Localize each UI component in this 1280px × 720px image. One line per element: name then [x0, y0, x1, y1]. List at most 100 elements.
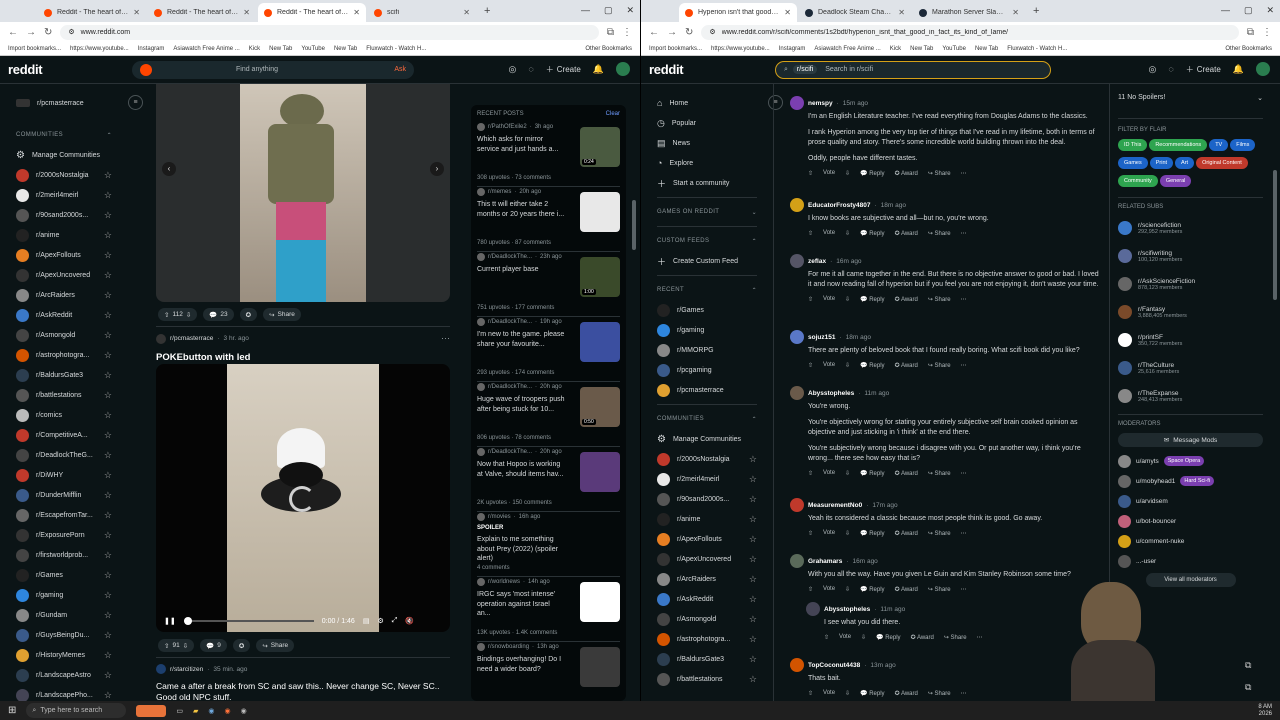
star-icon[interactable]: ☆	[104, 290, 112, 301]
avatar[interactable]	[790, 96, 804, 110]
share-button[interactable]: ↪ Share	[928, 690, 951, 697]
more-options-icon[interactable]: ⋯	[441, 333, 450, 344]
reload-icon[interactable]: ↻	[685, 27, 693, 38]
star-icon[interactable]: ☆	[104, 410, 112, 421]
star-icon[interactable]: ☆	[104, 630, 112, 641]
star-icon[interactable]: ☆	[104, 530, 112, 541]
sidebar-item[interactable]: r/pcmasterrace	[657, 380, 757, 400]
new-tab-button[interactable]: +	[478, 5, 496, 17]
communities-section-header[interactable]: COMMUNITIES ⌃	[657, 409, 757, 429]
post-title[interactable]: Came a after a break from SC and saw thi…	[156, 681, 450, 701]
star-icon[interactable]: ☆	[104, 270, 112, 281]
search-input[interactable]: ⌕ r/scifi Search in r/scifi	[775, 60, 1051, 79]
minimize-icon[interactable]: —	[581, 5, 590, 16]
sidebar-item[interactable]: r/ApexFollouts ☆	[16, 245, 112, 265]
upvote-icon[interactable]: ⇧	[824, 634, 829, 641]
star-icon[interactable]: ☆	[104, 590, 112, 601]
award-button[interactable]: ✪ Award	[895, 362, 918, 369]
search-input[interactable]: Find anything Ask	[132, 60, 414, 79]
star-icon[interactable]: ☆	[749, 574, 757, 585]
flair-chip[interactable]: Community	[1118, 175, 1158, 187]
menu-icon[interactable]: ⋮	[1262, 27, 1272, 38]
moderator-item[interactable]: u/mobyhead1 Hard Sci-fi	[1118, 471, 1263, 491]
sidebar-item[interactable]: r/astrophotogra... ☆	[16, 345, 112, 365]
star-icon[interactable]: ☆	[104, 390, 112, 401]
recent-post-item[interactable]: r/DeadlockThe... · 20h ago Now that Hopoo i…	[477, 448, 620, 512]
menu-icon[interactable]: ⋮	[622, 27, 632, 38]
ads-icon[interactable]: ◎	[1149, 64, 1157, 75]
sidebar-item[interactable]: r/2meirl4meirl ☆	[16, 185, 112, 205]
related-sub-item[interactable]: r/Fantasy 3,888,405 members	[1118, 298, 1263, 326]
url-input[interactable]: ⚙ www.reddit.com	[60, 24, 599, 40]
other-bookmarks[interactable]: Other Bookmarks	[585, 46, 632, 52]
downvote-icon[interactable]: ⇩	[845, 470, 850, 477]
moderator-item[interactable]: u/comment-nuke	[1118, 531, 1263, 551]
recent-section-header[interactable]: RECENT ⌃	[657, 280, 757, 300]
award-button[interactable]: ✪ Award	[895, 296, 918, 303]
carousel-prev-icon[interactable]: ‹	[162, 162, 176, 176]
bookmark[interactable]: Fluxwatch - Watch H...	[366, 46, 426, 52]
related-sub-item[interactable]: r/TheExpanse 248,413 members	[1118, 382, 1263, 410]
star-icon[interactable]: ☆	[749, 494, 757, 505]
bookmark[interactable]: Instagram	[779, 46, 806, 52]
more-options-icon[interactable]: ⋯	[961, 586, 967, 593]
avatar[interactable]	[616, 62, 630, 76]
nav-explore[interactable]: ◔ Explore	[657, 153, 757, 173]
forward-icon[interactable]: →	[667, 27, 677, 38]
avatar[interactable]	[790, 254, 804, 268]
upvote-icon[interactable]: ⇧	[808, 530, 813, 537]
create-button[interactable]: ＋ Create	[1186, 64, 1221, 75]
bookmark[interactable]: YouTube	[942, 46, 966, 52]
star-icon[interactable]: ☆	[749, 594, 757, 605]
left-tab-3[interactable]: Reddit - The heart of the intern✕	[258, 3, 366, 22]
flair-chip[interactable]: Films	[1230, 139, 1256, 151]
star-icon[interactable]: ☆	[749, 654, 757, 665]
manage-communities[interactable]: ⚙ Manage Communities	[16, 145, 112, 165]
sidebar-collapse-button[interactable]: ≡	[128, 95, 143, 110]
star-icon[interactable]: ☆	[104, 430, 112, 441]
star-icon[interactable]: ☆	[104, 230, 112, 241]
star-icon[interactable]: ☆	[104, 510, 112, 521]
more-options-icon[interactable]: ⋯	[961, 690, 967, 697]
related-sub-item[interactable]: r/TheCulture 25,616 members	[1118, 354, 1263, 382]
close-icon[interactable]: ✕	[784, 8, 791, 17]
nav-home[interactable]: ⌂ Home	[657, 93, 757, 113]
new-tab-button[interactable]: +	[1027, 5, 1045, 17]
star-icon[interactable]: ☆	[749, 614, 757, 625]
external-link-icon[interactable]: ⧉	[1245, 660, 1251, 671]
flair-chip[interactable]: Original Content	[1196, 157, 1248, 169]
share-button[interactable]: ↪ Share	[928, 230, 951, 237]
nav-news[interactable]: ▤ News	[657, 133, 757, 153]
left-tab-1[interactable]: Reddit - The heart of the intern✕	[38, 3, 146, 22]
sidebar-item[interactable]: r/DunderMifflin ☆	[16, 485, 112, 505]
star-icon[interactable]: ☆	[104, 650, 112, 661]
moderator-item[interactable]: u/bot-bouncer	[1118, 511, 1263, 531]
star-icon[interactable]: ☆	[104, 550, 112, 561]
captions-icon[interactable]: ▤	[363, 617, 370, 625]
recent-post-item[interactable]: r/snowboarding · 13h ago Bindings overhangi…	[477, 643, 620, 701]
sidebar-item[interactable]: r/2000sNostalgia ☆	[657, 449, 757, 469]
sidebar-item[interactable]: r/LandscapePho... ☆	[16, 685, 112, 701]
external-link-icon[interactable]: ⧉	[1245, 682, 1251, 693]
sidebar-item[interactable]: r/EscapefromTar... ☆	[16, 505, 112, 525]
sidebar-item[interactable]: r/DeadlockTheG... ☆	[16, 445, 112, 465]
sidebar-item[interactable]: r/GuysBeingDu... ☆	[16, 625, 112, 645]
bookmark[interactable]: Kick	[249, 46, 260, 52]
star-icon[interactable]: ☆	[749, 534, 757, 545]
upvote-icon[interactable]: ⇧	[808, 296, 813, 303]
create-custom-feed[interactable]: ＋ Create Custom Feed	[657, 251, 757, 271]
more-options-icon[interactable]: ⋯	[961, 230, 967, 237]
bookmark[interactable]: Instagram	[138, 46, 165, 52]
sidebar-item[interactable]: r/gaming	[657, 320, 757, 340]
bookmark[interactable]: YouTube	[301, 46, 325, 52]
reply-button[interactable]: 💬 Reply	[860, 170, 884, 177]
sidebar-item[interactable]: r/comics ☆	[16, 405, 112, 425]
vote-pill[interactable]: ⇧ 91 ⇩	[158, 639, 195, 652]
subreddit-search-chip[interactable]: r/scifi	[792, 65, 818, 74]
star-icon[interactable]: ☆	[104, 450, 112, 461]
downvote-icon[interactable]: ⇩	[845, 230, 850, 237]
downvote-icon[interactable]: ⇩	[186, 311, 191, 319]
bookmark[interactable]: Import bookmarks...	[649, 46, 702, 52]
star-icon[interactable]: ☆	[749, 474, 757, 485]
post-card[interactable]: r/pcmasterrace · 3 hr. ago ⋯ POKEbutton wit…	[156, 333, 450, 363]
